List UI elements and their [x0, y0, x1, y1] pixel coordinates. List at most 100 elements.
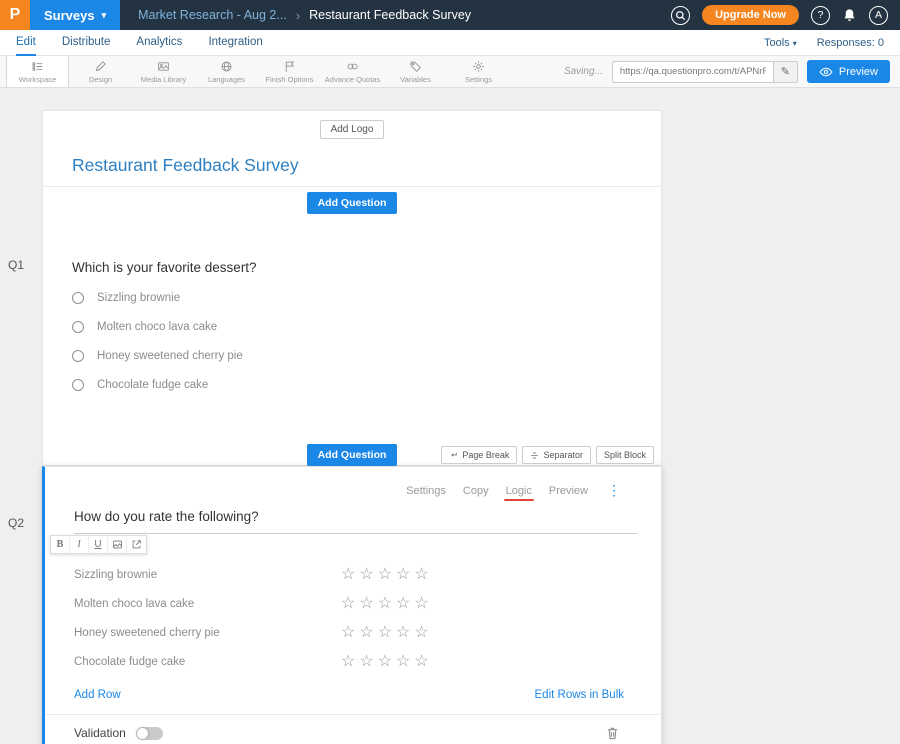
star-icon[interactable]: ☆ — [414, 625, 428, 641]
star-icon[interactable]: ☆ — [414, 654, 428, 670]
question-2-text[interactable]: How do you rate the following? — [74, 509, 637, 524]
breadcrumb: Market Research - Aug 2... › Restaurant … — [138, 8, 471, 23]
question-1-block[interactable]: Which is your favorite dessert? Sizzling… — [43, 219, 661, 391]
radio-icon[interactable] — [72, 321, 84, 333]
gear-icon — [472, 60, 485, 73]
toolbar-item-advance-quotas[interactable]: Advance Quotas — [321, 56, 384, 87]
bold-button[interactable]: B — [51, 536, 70, 553]
toolbar-item-label: Variables — [400, 75, 431, 84]
add-question-button-top[interactable]: Add Question — [307, 192, 398, 214]
q2-preview-action[interactable]: Preview — [549, 485, 588, 497]
bell-icon — [842, 8, 857, 23]
notifications-button[interactable] — [842, 8, 857, 23]
star-rating-group: ☆☆☆☆☆ — [341, 596, 429, 612]
q1-option-4[interactable]: Chocolate fudge cake — [72, 379, 661, 391]
upgrade-now-button[interactable]: Upgrade Now — [702, 5, 799, 25]
toolbar-item-languages[interactable]: Languages — [195, 56, 258, 87]
star-icon[interactable]: ☆ — [414, 596, 428, 612]
q2-title-editor[interactable]: How do you rate the following? — [74, 509, 637, 534]
star-icon[interactable]: ☆ — [378, 625, 392, 641]
toolbar-item-finish-options[interactable]: Finish Options — [258, 56, 321, 87]
italic-button[interactable]: I — [70, 536, 89, 553]
star-icon[interactable]: ☆ — [396, 567, 410, 583]
tab-edit[interactable]: Edit — [16, 30, 36, 56]
responses-count[interactable]: Responses: 0 — [817, 37, 884, 49]
add-logo-button[interactable]: Add Logo — [320, 120, 385, 139]
star-icon[interactable]: ☆ — [378, 596, 392, 612]
languages-icon — [220, 60, 233, 73]
star-icon[interactable]: ☆ — [341, 567, 355, 583]
star-icon[interactable]: ☆ — [341, 625, 355, 641]
survey-title[interactable]: Restaurant Feedback Survey — [43, 139, 661, 186]
surveys-menu[interactable]: Surveys ▾ — [30, 0, 120, 30]
matrix-row-label[interactable]: Honey sweetened cherry pie — [74, 627, 341, 639]
more-options-icon[interactable]: ⋮ — [607, 482, 621, 499]
trash-icon — [606, 726, 619, 740]
star-icon[interactable]: ☆ — [341, 654, 355, 670]
survey-url-input[interactable] — [613, 66, 773, 77]
question-1-text[interactable]: Which is your favorite dessert? — [72, 260, 661, 275]
separator-button[interactable]: Separator — [522, 446, 591, 464]
workspace-icon — [31, 60, 44, 73]
star-icon[interactable]: ☆ — [359, 625, 373, 641]
radio-icon[interactable] — [72, 350, 84, 362]
toolbar-item-design[interactable]: Design — [69, 56, 132, 87]
insert-image-button[interactable] — [108, 536, 127, 553]
delete-question-button[interactable] — [606, 726, 619, 740]
toolbar-item-settings[interactable]: Settings — [447, 56, 510, 87]
q2-settings-action[interactable]: Settings — [406, 485, 446, 497]
help-button[interactable]: ? — [811, 6, 830, 25]
page-break-button[interactable]: Page Break — [441, 446, 517, 464]
external-link-button[interactable] — [127, 536, 146, 553]
question-number-q1: Q1 — [8, 258, 24, 272]
format-toolbar: B I U — [50, 535, 147, 554]
star-icon[interactable]: ☆ — [378, 567, 392, 583]
questionpro-logo[interactable]: P — [0, 0, 30, 30]
q1-option-2[interactable]: Molten choco lava cake — [72, 321, 661, 333]
q1-option-label: Molten choco lava cake — [97, 321, 217, 333]
toolbar-item-workspace[interactable]: Workspace — [6, 56, 69, 87]
toolbar-item-variables[interactable]: Variables — [384, 56, 447, 87]
split-block-button[interactable]: Split Block — [596, 446, 654, 464]
star-icon[interactable]: ☆ — [396, 625, 410, 641]
preview-button-label: Preview — [839, 66, 878, 78]
underline-button[interactable]: U — [89, 536, 108, 553]
matrix-row-label[interactable]: Sizzling brownie — [74, 569, 341, 581]
q2-copy-action[interactable]: Copy — [463, 485, 489, 497]
avatar[interactable]: A — [869, 6, 888, 25]
star-icon[interactable]: ☆ — [359, 654, 373, 670]
image-icon — [112, 539, 123, 550]
star-icon[interactable]: ☆ — [396, 596, 410, 612]
breadcrumb-survey-folder[interactable]: Market Research - Aug 2... — [138, 8, 287, 22]
tab-distribute[interactable]: Distribute — [62, 30, 111, 56]
q1-option-1[interactable]: Sizzling brownie — [72, 292, 661, 304]
star-icon[interactable]: ☆ — [341, 596, 355, 612]
toolbar-item-label: Media Library — [141, 75, 186, 84]
tab-integration[interactable]: Integration — [208, 30, 262, 56]
star-icon[interactable]: ☆ — [396, 654, 410, 670]
add-row-link[interactable]: Add Row — [74, 689, 121, 701]
star-icon[interactable]: ☆ — [378, 654, 392, 670]
q2-logic-action[interactable]: Logic — [506, 485, 532, 497]
edit-rows-in-bulk-link[interactable]: Edit Rows in Bulk — [535, 689, 624, 701]
preview-button[interactable]: Preview — [807, 60, 890, 83]
matrix-row-label[interactable]: Chocolate fudge cake — [74, 656, 341, 668]
toolbar-item-media-library[interactable]: Media Library — [132, 56, 195, 87]
star-icon[interactable]: ☆ — [414, 567, 428, 583]
insert-buttons-group: Page Break Separator Split Block — [441, 446, 654, 464]
search-button[interactable] — [671, 6, 690, 25]
radio-icon[interactable] — [72, 379, 84, 391]
radio-icon[interactable] — [72, 292, 84, 304]
search-icon — [675, 10, 686, 21]
validation-toggle[interactable] — [136, 727, 163, 740]
star-icon[interactable]: ☆ — [359, 596, 373, 612]
question-2-block[interactable]: Settings Copy Logic Preview ⋮ How do you… — [42, 466, 662, 744]
q1-option-3[interactable]: Honey sweetened cherry pie — [72, 350, 661, 362]
matrix-row-label[interactable]: Molten choco lava cake — [74, 598, 341, 610]
add-question-button-middle[interactable]: Add Question — [307, 444, 398, 466]
tab-analytics[interactable]: Analytics — [136, 30, 182, 56]
star-icon[interactable]: ☆ — [359, 567, 373, 583]
edit-url-button[interactable]: ✎ — [773, 61, 797, 83]
external-link-icon — [131, 539, 142, 550]
tools-menu[interactable]: Tools ▾ — [764, 37, 797, 49]
